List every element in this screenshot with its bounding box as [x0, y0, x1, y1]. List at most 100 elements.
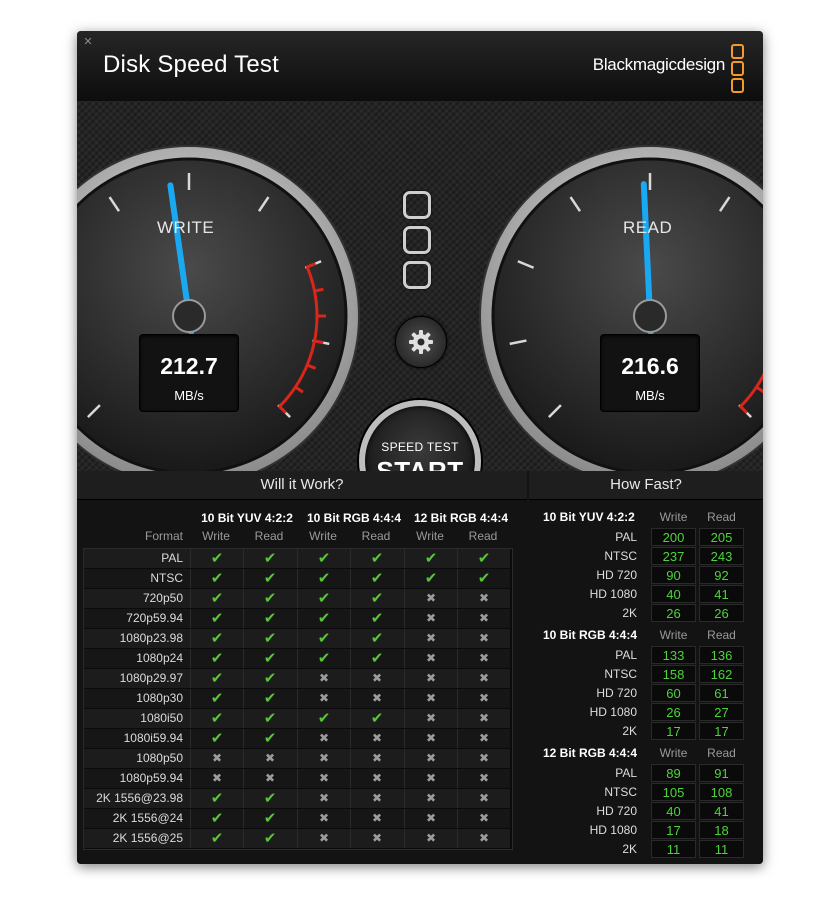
check-icon: ✔	[190, 729, 243, 748]
check-icon: ✔	[297, 589, 350, 608]
cross-icon: ✖	[350, 829, 403, 848]
wiw-group-header: 10 Bit YUV 4:2:2	[201, 511, 293, 525]
check-icon: ✔	[350, 589, 403, 608]
cross-icon: ✖	[297, 829, 350, 848]
cross-icon: ✖	[350, 689, 403, 708]
app-window: ✕ Disk Speed Test Blackmagicdesign WRITE…	[77, 31, 763, 864]
hf-read-value: 41	[699, 585, 744, 603]
write-gauge-label: WRITE	[157, 218, 215, 237]
hf-write-value: 11	[651, 840, 696, 858]
hf-write-value: 40	[651, 802, 696, 820]
title-bar: ✕ Disk Speed Test Blackmagicdesign	[77, 31, 763, 102]
hf-format-label: HD 1080	[589, 823, 637, 837]
cross-icon: ✖	[404, 649, 457, 668]
hf-write-value: 158	[651, 665, 696, 683]
hf-read-value: 41	[699, 802, 744, 820]
hf-format-label: HD 720	[596, 804, 637, 818]
cross-icon: ✖	[297, 689, 350, 708]
hf-write-value: 17	[651, 722, 696, 740]
cross-icon: ✖	[350, 729, 403, 748]
check-icon: ✔	[243, 689, 296, 708]
wiw-format-label: 1080p29.97	[119, 671, 183, 685]
check-icon: ✔	[404, 569, 457, 588]
hf-format-label: NTSC	[604, 549, 637, 563]
hf-format-label: NTSC	[604, 667, 637, 681]
write-speed-value: 212.7	[160, 353, 218, 379]
write-readout: 212.7 MB/s	[139, 334, 239, 412]
hf-write-value: 237	[651, 547, 696, 565]
hf-group-header: 10 Bit YUV 4:2:2	[543, 510, 635, 524]
check-icon: ✔	[190, 709, 243, 728]
cross-icon: ✖	[457, 609, 510, 628]
wiw-format-label: 2K 1556@25	[112, 831, 183, 845]
wiw-format-label: 720p59.94	[126, 611, 183, 625]
wiw-format-label: 1080p24	[136, 651, 183, 665]
cross-icon: ✖	[297, 729, 350, 748]
check-icon: ✔	[190, 629, 243, 648]
how-fast-header: How Fast?	[529, 471, 763, 500]
hf-write-value: 26	[651, 604, 696, 622]
check-icon: ✔	[243, 729, 296, 748]
check-icon: ✔	[190, 609, 243, 628]
check-icon: ✔	[350, 569, 403, 588]
hf-write-value: 26	[651, 703, 696, 721]
check-icon: ✔	[190, 669, 243, 688]
hf-read-value: 18	[699, 821, 744, 839]
cross-icon: ✖	[404, 809, 457, 828]
hf-format-label: NTSC	[604, 785, 637, 799]
hf-format-label: PAL	[615, 766, 637, 780]
hf-subheader-read: Read	[707, 510, 736, 524]
wiw-format-label: 1080p30	[136, 691, 183, 705]
cross-icon: ✖	[350, 769, 403, 788]
wiw-format-label: 2K 1556@23.98	[96, 791, 183, 805]
wiw-format-label: 1080p50	[136, 751, 183, 765]
hf-format-label: HD 1080	[589, 705, 637, 719]
check-icon: ✔	[350, 629, 403, 648]
cross-icon: ✖	[457, 689, 510, 708]
hf-read-value: 61	[699, 684, 744, 702]
wiw-subheader-write: Write	[416, 529, 444, 543]
wiw-format-label: 1080i59.94	[123, 731, 183, 745]
cross-icon: ✖	[457, 729, 510, 748]
hf-subheader-write: Write	[659, 746, 688, 760]
check-icon: ✔	[243, 609, 296, 628]
hf-write-value: 60	[651, 684, 696, 702]
cross-icon: ✖	[457, 769, 510, 788]
check-icon: ✔	[350, 549, 403, 568]
close-icon[interactable]: ✕	[83, 37, 93, 48]
hf-read-value: 162	[699, 665, 744, 683]
hf-write-value: 90	[651, 566, 696, 584]
hf-read-value: 26	[699, 604, 744, 622]
check-icon: ✔	[190, 789, 243, 808]
read-speed-unit: MB/s	[635, 388, 665, 403]
cross-icon: ✖	[457, 589, 510, 608]
settings-button[interactable]	[395, 316, 447, 368]
check-icon: ✔	[190, 549, 243, 568]
write-gauge-hub	[172, 299, 206, 333]
cross-icon: ✖	[297, 789, 350, 808]
cross-icon: ✖	[404, 629, 457, 648]
cross-icon: ✖	[404, 729, 457, 748]
hf-group-header: 12 Bit RGB 4:4:4	[543, 746, 638, 760]
check-icon: ✔	[243, 569, 296, 588]
cross-icon: ✖	[457, 809, 510, 828]
check-icon: ✔	[190, 649, 243, 668]
cross-icon: ✖	[457, 829, 510, 848]
check-icon: ✔	[243, 709, 296, 728]
cross-icon: ✖	[350, 749, 403, 768]
cross-icon: ✖	[457, 649, 510, 668]
check-icon: ✔	[297, 629, 350, 648]
hf-write-value: 105	[651, 783, 696, 801]
results-area: Will it Work? How Fast? 10 Bit YUV 4:2:2…	[77, 471, 763, 864]
hf-read-value: 243	[699, 547, 744, 565]
hf-write-value: 89	[651, 764, 696, 782]
check-icon: ✔	[243, 789, 296, 808]
check-icon: ✔	[243, 549, 296, 568]
hf-write-value: 40	[651, 585, 696, 603]
wiw-format-label: 1080i50	[140, 711, 183, 725]
check-icon: ✔	[404, 549, 457, 568]
hf-format-label: PAL	[615, 530, 637, 544]
cross-icon: ✖	[404, 749, 457, 768]
hf-read-value: 108	[699, 783, 744, 801]
wiw-subheader-write: Write	[202, 529, 230, 543]
